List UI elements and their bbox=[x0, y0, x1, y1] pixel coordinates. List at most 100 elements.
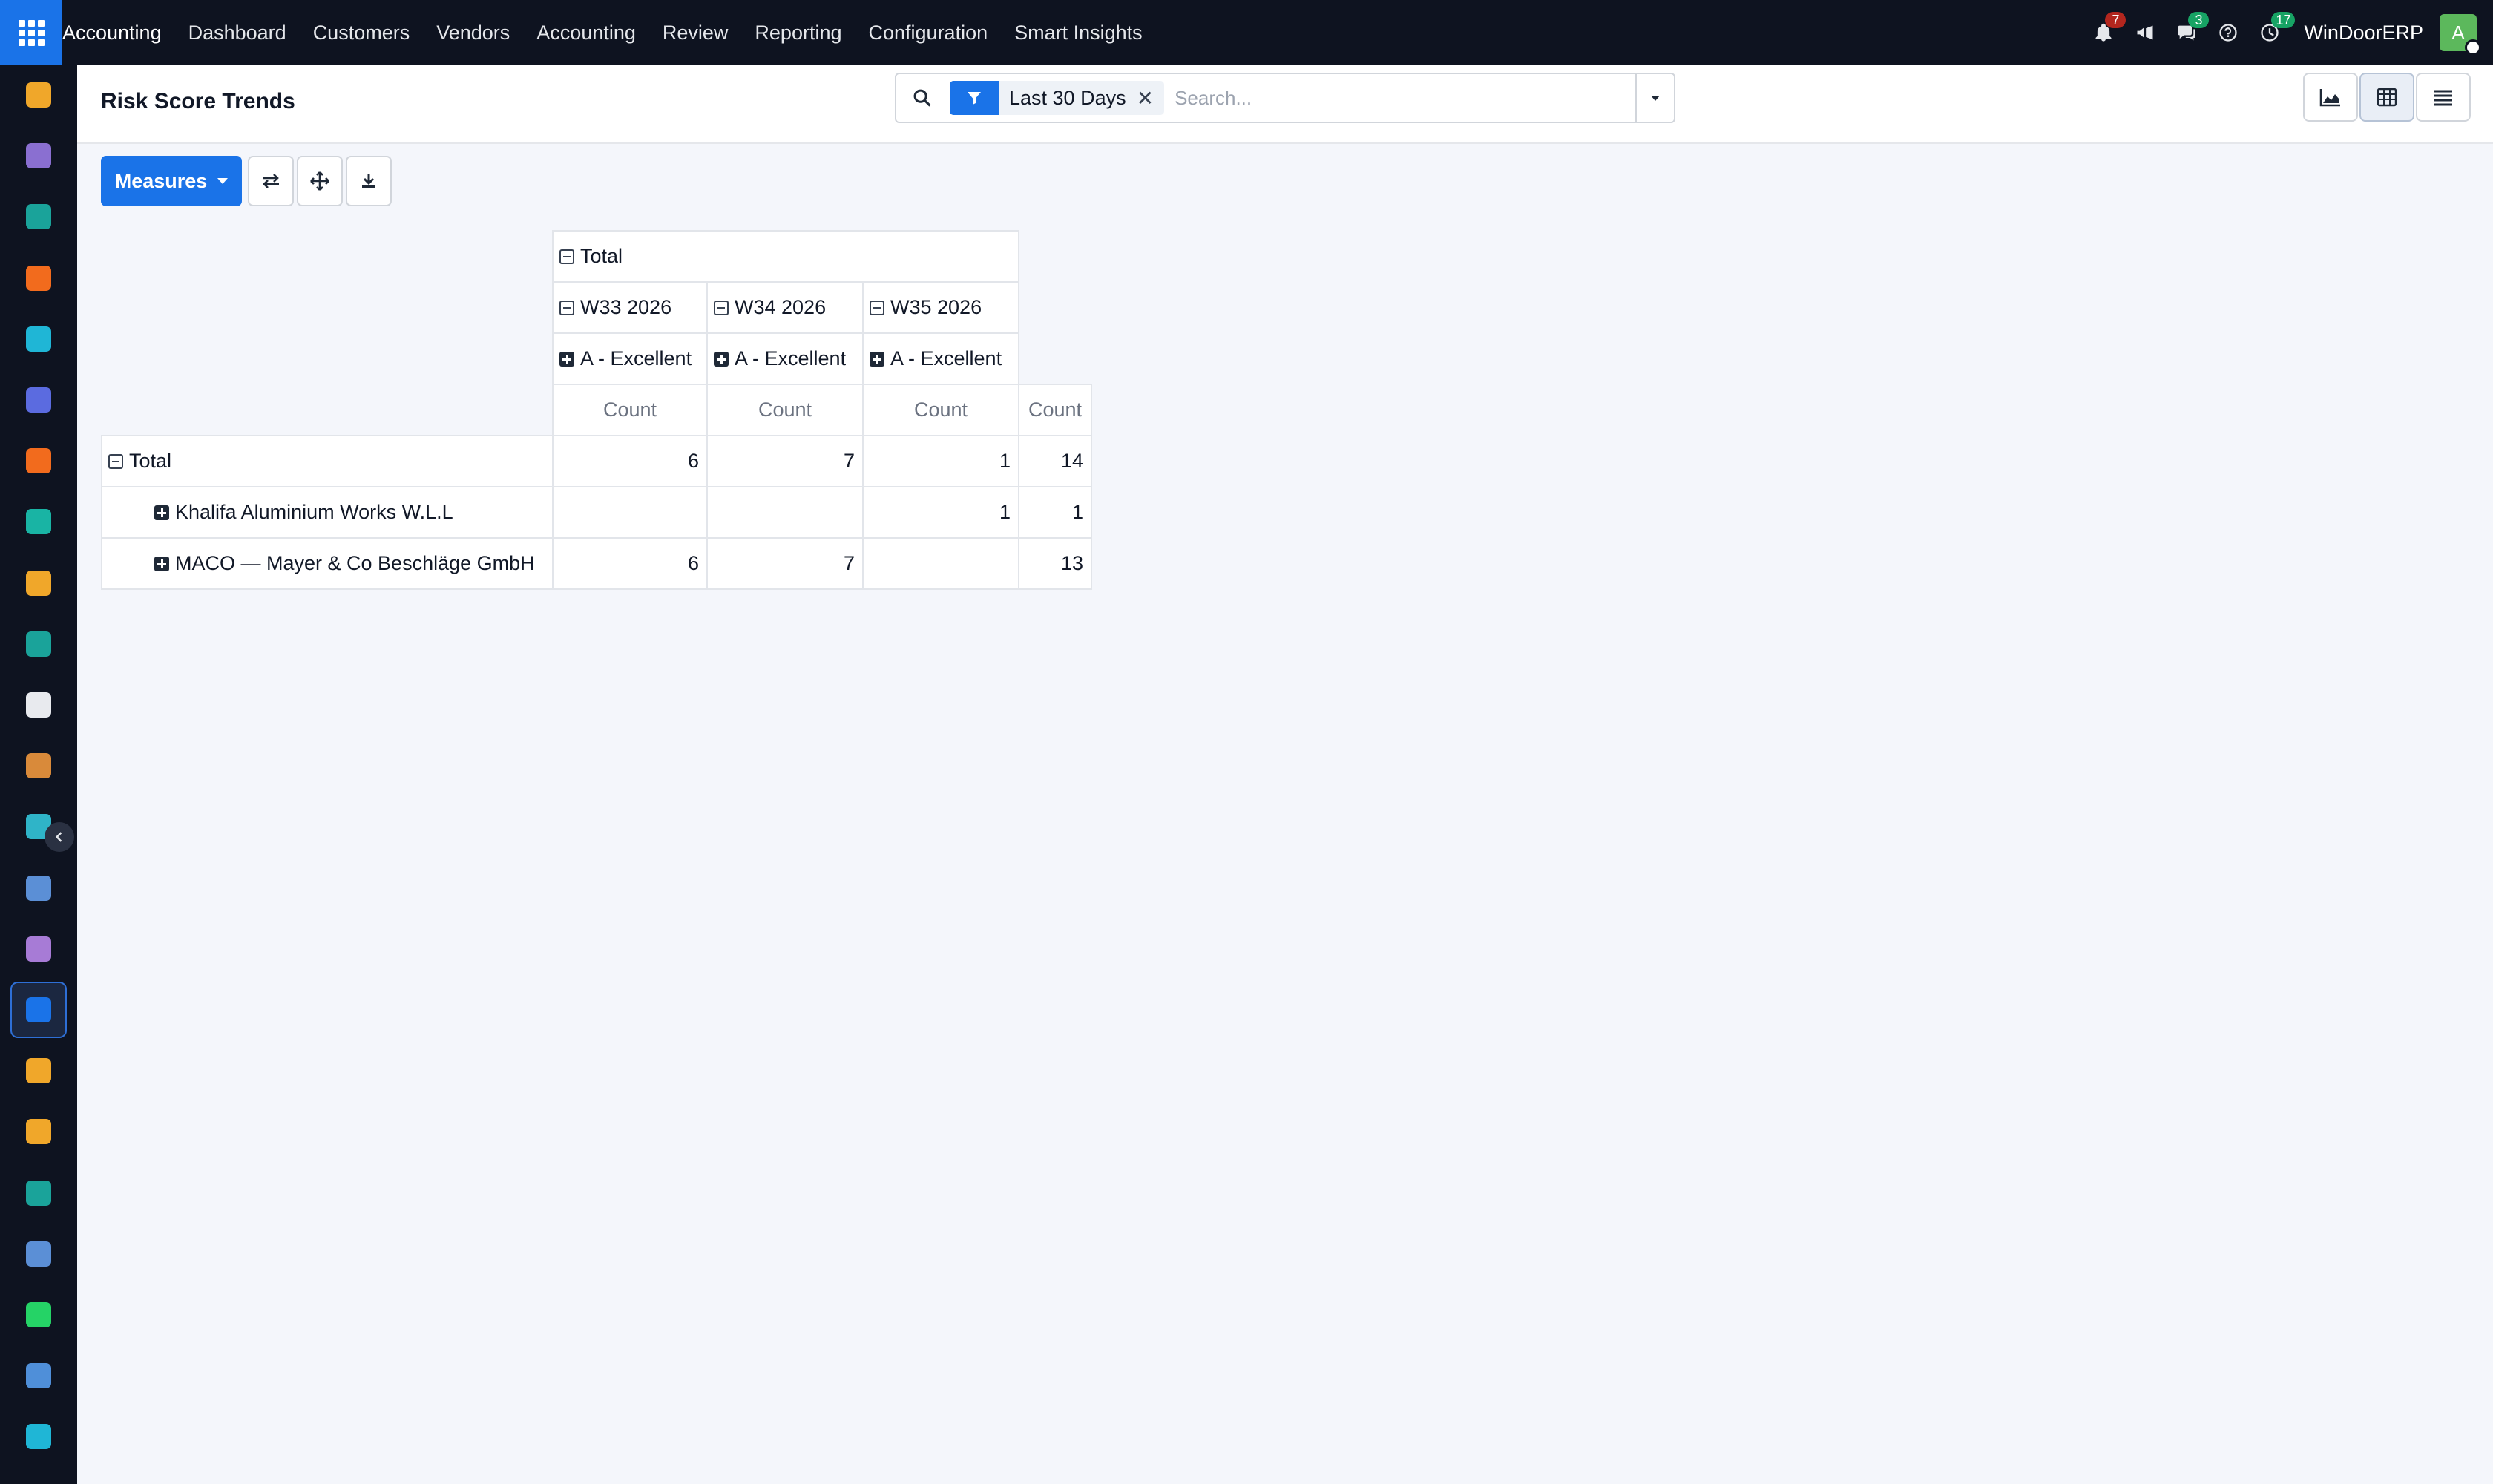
menu-dashboard[interactable]: Dashboard bbox=[175, 22, 300, 45]
col-header-grade[interactable]: A - Excellent bbox=[552, 332, 708, 385]
user-avatar[interactable]: A bbox=[2440, 14, 2481, 56]
company-switcher[interactable]: WinDoorERP bbox=[2304, 22, 2423, 45]
row-header-partner[interactable]: MACO — Mayer & Co Beschläge GmbH bbox=[101, 537, 554, 590]
sidebar-app-dashboards[interactable] bbox=[10, 1226, 67, 1282]
pivot-header-spacer bbox=[1019, 333, 1091, 384]
sidebar-app-chat-bubble[interactable] bbox=[10, 250, 67, 306]
sidebar-app-sign[interactable] bbox=[10, 1165, 67, 1221]
sidebar-app-documents[interactable] bbox=[10, 738, 67, 794]
sidebar-app-crm[interactable] bbox=[10, 493, 67, 550]
measures-dropdown-button[interactable]: Measures bbox=[101, 156, 242, 206]
pivot-cell[interactable]: 7 bbox=[706, 537, 864, 590]
row-header-partner[interactable]: Khalifa Aluminium Works W.L.L bbox=[101, 486, 554, 539]
crm-icon bbox=[26, 509, 51, 535]
row-header-label: MACO — Mayer & Co Beschläge GmbH bbox=[175, 552, 535, 574]
sidebar-app-website[interactable] bbox=[10, 311, 67, 367]
sidebar-app-website-builder[interactable] bbox=[10, 1408, 67, 1465]
sidebar-app-accounting[interactable] bbox=[10, 982, 67, 1038]
measure-header[interactable]: Count bbox=[862, 384, 1019, 436]
sidebar-app-knowledge[interactable] bbox=[10, 860, 67, 916]
col-header-label: W33 2026 bbox=[580, 296, 672, 318]
app-switcher-button[interactable] bbox=[0, 0, 62, 65]
pivot-view-button[interactable] bbox=[2359, 73, 2414, 122]
sidebar-app-discuss[interactable] bbox=[10, 128, 67, 184]
activities-button[interactable]: 17 bbox=[2249, 0, 2296, 65]
download-xlsx-button[interactable] bbox=[346, 156, 392, 206]
menu-smart-insights[interactable]: Smart Insights bbox=[1001, 22, 1156, 45]
sidebar-app-inventory[interactable] bbox=[10, 677, 67, 733]
search-options-toggle[interactable] bbox=[1635, 74, 1674, 122]
row-header-label: Khalifa Aluminium Works W.L.L bbox=[175, 501, 453, 523]
avatar-initial: A bbox=[2451, 21, 2465, 44]
sidebar-app-products[interactable] bbox=[10, 921, 67, 977]
search-button[interactable] bbox=[896, 74, 948, 122]
accounting-icon bbox=[26, 997, 51, 1022]
col-header-grade[interactable]: A - Excellent bbox=[706, 332, 864, 385]
menu-customers[interactable]: Customers bbox=[300, 22, 424, 45]
col-header-week[interactable]: W33 2026 bbox=[552, 281, 708, 334]
collapse-icon bbox=[714, 301, 729, 315]
menu-vendors[interactable]: Vendors bbox=[423, 22, 523, 45]
col-header-total[interactable]: Total bbox=[552, 230, 1019, 283]
swap-arrows-icon bbox=[263, 174, 279, 188]
measure-header[interactable]: Count bbox=[552, 384, 708, 436]
sidebar-app-whatsapp[interactable] bbox=[10, 1287, 67, 1343]
sidebar-app-email-marketing[interactable] bbox=[10, 372, 67, 428]
megaphone-icon bbox=[2137, 25, 2153, 40]
help-button[interactable] bbox=[2207, 0, 2249, 65]
pivot-cell-total[interactable]: 13 bbox=[1018, 537, 1092, 590]
sidebar-app-team[interactable] bbox=[10, 1043, 67, 1099]
funnel-icon bbox=[968, 92, 981, 105]
sidebar-app-livechat[interactable] bbox=[10, 433, 67, 489]
sidebar-app-invoicing[interactable] bbox=[10, 67, 67, 123]
remove-facet-button[interactable]: ✕ bbox=[1137, 86, 1164, 111]
pivot-cell[interactable]: 1 bbox=[862, 435, 1019, 487]
notifications-button[interactable]: 7 bbox=[2083, 0, 2126, 65]
menu-reporting[interactable]: Reporting bbox=[741, 22, 855, 45]
measure-header[interactable]: Count bbox=[1018, 384, 1092, 436]
flip-axis-button[interactable] bbox=[248, 156, 294, 206]
pivot-cell-total[interactable]: 1 bbox=[1018, 486, 1092, 539]
pivot-cell-total[interactable]: 14 bbox=[1018, 435, 1092, 487]
menu-accounting[interactable]: Accounting bbox=[523, 22, 649, 45]
control-panel: Risk Score Trends Last 30 Days ✕ bbox=[77, 65, 2493, 144]
graph-view-button[interactable] bbox=[2303, 73, 2358, 122]
menu-configuration[interactable]: Configuration bbox=[855, 22, 1002, 45]
arrows-expand-icon bbox=[310, 171, 329, 191]
col-header-grade[interactable]: A - Excellent bbox=[862, 332, 1019, 385]
dashboards-icon bbox=[26, 1241, 51, 1267]
measure-header[interactable]: Count bbox=[706, 384, 864, 436]
app-brand[interactable]: Accounting bbox=[62, 22, 175, 45]
collapse-icon bbox=[559, 301, 574, 315]
sidebar-app-timesheet[interactable] bbox=[10, 1347, 67, 1404]
announcements-button[interactable] bbox=[2124, 0, 2166, 65]
notifications-badge: 7 bbox=[2105, 12, 2126, 28]
sidebar-app-contacts[interactable] bbox=[10, 188, 67, 245]
col-header-week[interactable]: W35 2026 bbox=[862, 281, 1019, 334]
email-marketing-icon bbox=[26, 387, 51, 413]
search-input[interactable] bbox=[1164, 76, 1635, 120]
sidebar-app-calendar[interactable] bbox=[10, 1103, 67, 1160]
table-icon bbox=[2377, 88, 2397, 107]
list-view-button[interactable] bbox=[2416, 73, 2471, 122]
activities-badge: 17 bbox=[2271, 12, 2296, 28]
pivot-cell[interactable]: 6 bbox=[552, 435, 708, 487]
pivot-cell[interactable]: 1 bbox=[862, 486, 1019, 539]
messages-button[interactable]: 3 bbox=[2166, 0, 2210, 65]
pivot-cell[interactable] bbox=[552, 486, 708, 539]
row-header-total[interactable]: Total bbox=[101, 435, 554, 487]
col-header-week[interactable]: W34 2026 bbox=[706, 281, 864, 334]
menu-review[interactable]: Review bbox=[649, 22, 742, 45]
top-navbar: Accounting Dashboard Customers Vendors A… bbox=[0, 0, 2493, 65]
sidebar-collapse-button[interactable] bbox=[45, 822, 74, 852]
sidebar-app-employees[interactable] bbox=[10, 616, 67, 672]
filter-facet-icon-box bbox=[950, 81, 999, 115]
sidebar-app-sales[interactable] bbox=[10, 555, 67, 611]
pivot-cell[interactable] bbox=[706, 486, 864, 539]
expand-all-button[interactable] bbox=[297, 156, 343, 206]
contacts-icon bbox=[26, 204, 51, 230]
pivot-cell[interactable]: 6 bbox=[552, 537, 708, 590]
pivot-cell[interactable] bbox=[862, 537, 1019, 590]
pivot-header-spacer bbox=[1019, 282, 1091, 333]
pivot-cell[interactable]: 7 bbox=[706, 435, 864, 487]
